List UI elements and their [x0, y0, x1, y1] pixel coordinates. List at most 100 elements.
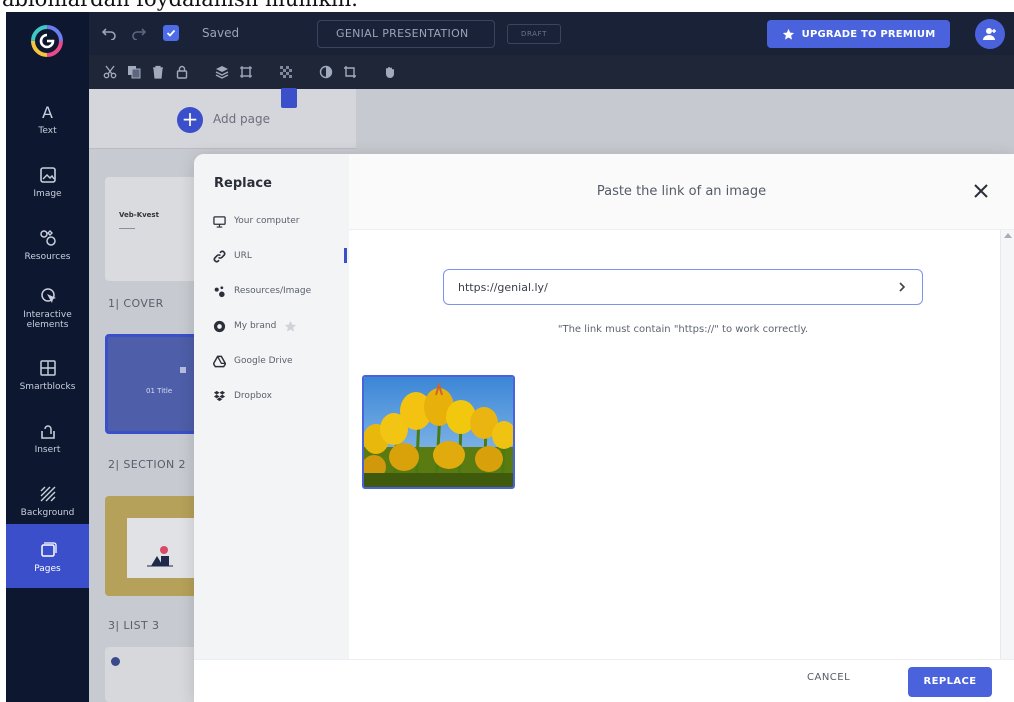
- edit-toolbar: [89, 55, 1014, 89]
- rail-item-image[interactable]: Image: [6, 152, 89, 210]
- dropbox-icon: [212, 389, 226, 403]
- google-drive-icon: [212, 354, 226, 368]
- premium-star-icon: [285, 320, 297, 332]
- shapes-illustration-icon: [147, 546, 173, 567]
- source-label: Resources/Image: [234, 286, 312, 296]
- thumbnail-title: 01 Title: [146, 387, 173, 395]
- page-label-2: 2| SECTION 2: [108, 458, 186, 471]
- chevron-right-icon[interactable]: [892, 277, 912, 297]
- lock-icon[interactable]: [173, 63, 191, 81]
- source-label: Dropbox: [234, 391, 272, 401]
- upgrade-label: UPGRADE TO PREMIUM: [801, 28, 936, 40]
- rail-item-pages[interactable]: Pages: [6, 524, 89, 588]
- image-preview[interactable]: [362, 375, 515, 489]
- copy-icon[interactable]: [125, 63, 143, 81]
- page-label-3: 3| LIST 3: [108, 619, 160, 632]
- caption-strip: ablonlardan foydalanish mumkin.: [0, 0, 1014, 12]
- crop-icon[interactable]: [341, 63, 359, 81]
- delete-icon[interactable]: [149, 63, 167, 81]
- interactive-icon: [37, 285, 59, 307]
- source-label: Your computer: [234, 216, 300, 226]
- source-dropbox[interactable]: Dropbox: [212, 387, 272, 405]
- svg-text:A: A: [42, 103, 53, 121]
- undo-icon[interactable]: [99, 23, 119, 43]
- presentation-title-field[interactable]: GENIAL PRESENTATION: [317, 20, 495, 48]
- thumbnail-title: Veb-Kvest: [119, 211, 159, 219]
- source-my-brand[interactable]: My brand: [212, 317, 297, 335]
- rail-item-label: Text: [38, 125, 57, 136]
- saved-check-icon: [163, 25, 179, 41]
- thumbnail-dot: [111, 657, 120, 666]
- close-icon[interactable]: [970, 180, 992, 202]
- source-label: My brand: [234, 321, 277, 331]
- source-url[interactable]: URL: [212, 247, 252, 265]
- smartblocks-icon: [37, 357, 59, 379]
- modal-sidebar-title: Replace: [214, 176, 272, 191]
- source-your-computer[interactable]: Your computer: [212, 212, 299, 230]
- tulips-image: [364, 377, 513, 487]
- page-label-1: 1| COVER: [108, 297, 164, 310]
- brand-icon: [212, 319, 226, 333]
- url-hint: "The link must contain "https://" to wor…: [557, 324, 809, 335]
- draft-badge: DRAFT: [507, 24, 561, 44]
- rail-item-smartblocks[interactable]: Smartblocks: [6, 345, 89, 403]
- active-source-indicator: [344, 248, 347, 263]
- transparency-icon[interactable]: [277, 63, 295, 81]
- left-rail: A Text Image Resources Interactive eleme…: [6, 12, 89, 702]
- plus-icon: +: [177, 107, 203, 133]
- modal-scrollbar[interactable]: [1000, 230, 1014, 659]
- star-icon: [782, 28, 794, 40]
- rail-item-label: Pages: [34, 563, 61, 574]
- modal-header: Paste the link of an image: [349, 154, 1014, 230]
- upgrade-premium-button[interactable]: UPGRADE TO PREMIUM: [767, 20, 950, 48]
- rail-item-label: Insert: [34, 444, 61, 455]
- pages-icon: [37, 539, 59, 561]
- rail-item-label: Interactive elements: [23, 309, 72, 330]
- rail-item-label: Background: [20, 507, 75, 518]
- source-label: Google Drive: [234, 356, 293, 366]
- replace-image-modal: Replace Your computer URL Resources/Imag…: [194, 154, 1014, 702]
- link-icon: [212, 249, 226, 263]
- modal-sidebar: Replace Your computer URL Resources/Imag…: [194, 154, 349, 659]
- source-google-drive[interactable]: Google Drive: [212, 352, 293, 370]
- rail-item-resources[interactable]: Resources: [6, 215, 89, 273]
- source-label: URL: [234, 251, 252, 261]
- saved-status: Saved: [202, 26, 240, 40]
- thumbnail-shape: [180, 367, 186, 373]
- rail-item-insert[interactable]: Insert: [6, 408, 89, 466]
- cut-icon[interactable]: [101, 63, 119, 81]
- rail-item-label: Image: [33, 188, 62, 199]
- rail-item-label: Smartblocks: [19, 381, 76, 392]
- monitor-icon: [212, 214, 226, 228]
- layers-icon[interactable]: [213, 63, 231, 81]
- background-icon: [37, 483, 59, 505]
- insert-icon: [37, 420, 59, 442]
- modal-body: "The link must contain "https://" to wor…: [349, 230, 1014, 659]
- avatar[interactable]: [975, 19, 1005, 49]
- rail-item-label: Resources: [24, 251, 71, 262]
- image-icon: [37, 164, 59, 186]
- hand-icon[interactable]: [381, 63, 399, 81]
- genially-logo-icon[interactable]: [30, 24, 64, 58]
- source-resources-image[interactable]: Resources/Image: [212, 282, 311, 300]
- scroll-up-icon[interactable]: [1004, 233, 1012, 238]
- add-user-icon: [983, 28, 996, 40]
- resources-icon: [37, 227, 59, 249]
- image-url-input[interactable]: [443, 269, 923, 305]
- pin-icon[interactable]: [281, 88, 297, 108]
- add-page-button[interactable]: + Add page: [89, 89, 356, 149]
- cancel-button[interactable]: CANCEL: [807, 672, 850, 683]
- modal-footer: CANCEL REPLACE: [194, 659, 1014, 702]
- color-icon[interactable]: [317, 63, 335, 81]
- redo-icon[interactable]: [129, 23, 149, 43]
- align-icon[interactable]: [237, 63, 255, 81]
- replace-button[interactable]: REPLACE: [908, 667, 992, 697]
- rail-item-text[interactable]: A Text: [6, 89, 89, 147]
- top-toolbar: Saved GENIAL PRESENTATION DRAFT UPGRADE …: [89, 12, 1014, 55]
- caption-text: ablonlardan foydalanish mumkin.: [2, 0, 358, 11]
- rail-item-interactive-elements[interactable]: Interactive elements: [6, 278, 89, 336]
- rail-item-background[interactable]: Background: [6, 471, 89, 529]
- thumbnail-slide: [127, 518, 197, 578]
- text-icon: A: [37, 101, 59, 123]
- add-page-label: Add page: [213, 112, 271, 126]
